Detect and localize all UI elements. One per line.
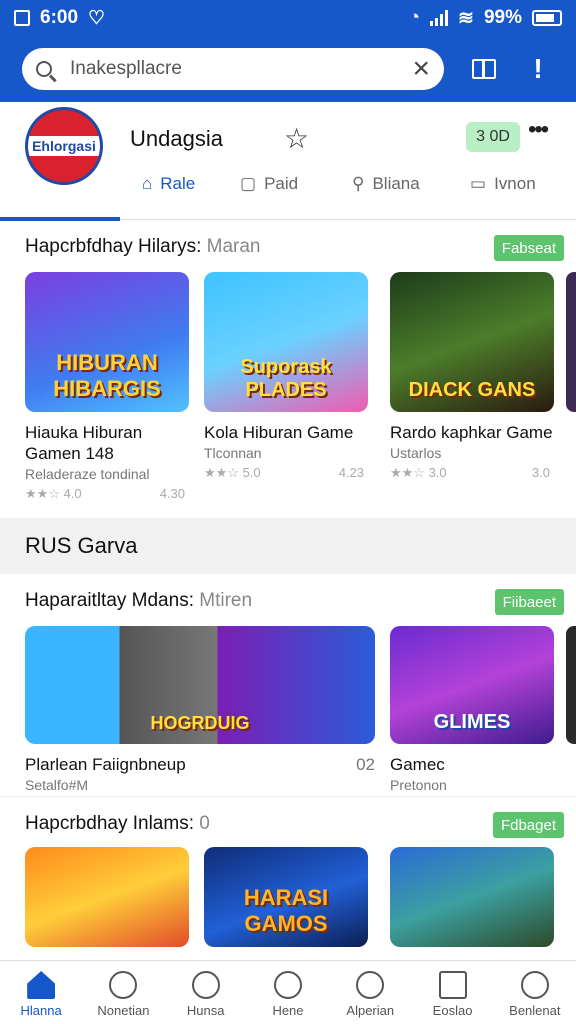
nav-games[interactable]: Hunsa <box>165 961 247 1024</box>
nav-home[interactable]: Hlanna <box>0 961 82 1024</box>
game-name: Plarlean Faiignbneup 02 <box>25 755 375 774</box>
tab-ivnon[interactable]: ▭ Ivnon <box>470 174 536 194</box>
comment-icon: ▢ <box>240 174 257 193</box>
band-title: RUS Garva <box>25 533 138 558</box>
game-name: Gamec <box>390 755 445 774</box>
section-popular: Haparaitltay Mdans: Mtiren Fiibaeet HOGR… <box>0 574 576 796</box>
section-title: Hapcrbdhay Inlams: 0 <box>25 813 210 834</box>
alert-button[interactable]: ! <box>524 53 552 84</box>
search-bar[interactable]: × <box>22 48 444 90</box>
favorite-star-icon[interactable]: ☆ <box>284 122 309 155</box>
book-icon <box>472 59 496 79</box>
scroll-peek <box>566 272 576 412</box>
section-title: Hapcrbfdhay Hilarys: Maran <box>25 236 261 257</box>
alarm-icon: ◔ <box>408 7 421 28</box>
user-icon <box>520 971 549 999</box>
scroll-peek <box>566 626 576 744</box>
tab-rale[interactable]: ⌂ Rale <box>142 174 195 194</box>
section-chip[interactable]: Fdbaget <box>492 812 564 838</box>
game-card[interactable]: HIBURAN HIBARGIS Hiauka Hiburan Gamen 14… <box>25 272 189 502</box>
section-chip[interactable]: Fabseat <box>493 235 564 261</box>
library-button[interactable] <box>470 55 498 83</box>
search-icon: ⚲ <box>352 174 365 193</box>
app-bar: × ! <box>0 36 576 102</box>
game-card-wide[interactable]: HOGRDUIG Plarlean Faiignbneup 02 Setalfo#… <box>25 626 375 793</box>
get-button[interactable]: 3 0D <box>466 122 520 152</box>
game-card[interactable] <box>25 847 189 947</box>
tab-bar: ⌂ Rale ▢ Paid ⚲ Bliana ▭ Ivnon <box>0 170 576 221</box>
nav-tasks[interactable]: Eoslao <box>411 961 493 1024</box>
bottom-navigation: Hlanna Nonetian Hunsa Hene Alperian Eosl… <box>0 960 576 1024</box>
game-name: Rardo kaphkar Game <box>390 423 553 442</box>
home-icon <box>27 971 56 999</box>
game-name: Kola Hiburan Game <box>204 423 354 442</box>
clipboard-icon <box>438 971 467 999</box>
notification-icon <box>14 10 30 26</box>
nav-explore[interactable]: Hene <box>247 961 329 1024</box>
game-meta: Pretonon <box>390 777 447 793</box>
game-card[interactable]: HARASI GAMOS <box>204 847 368 947</box>
game-meta: Tlconnan <box>204 445 262 461</box>
game-card[interactable]: DIACK GANS Rardo kaphkar Game Ustarlos ★… <box>390 272 554 481</box>
search-input[interactable] <box>70 58 413 80</box>
game-meta: Reladeraze tondinal <box>25 466 150 482</box>
clear-icon[interactable]: × <box>412 54 430 84</box>
game-thumbnail: Suporask PLADES <box>204 272 368 412</box>
search-icon <box>36 61 52 77</box>
game-rating: ★★☆ 3.0 3.0 <box>390 465 550 480</box>
game-name: Hiauka Hiburan Gamen 148 <box>25 423 143 463</box>
game-thumbnail <box>390 847 554 947</box>
game-thumbnail: HIBURAN HIBARGIS <box>25 272 189 412</box>
tab-paid[interactable]: ▢ Paid <box>240 174 298 194</box>
game-thumbnail <box>25 847 189 947</box>
person-icon <box>356 971 385 999</box>
app-header: Ehlorgasi Undagsia ☆ 3 0D ••• ⌂ Rale ▢ Pai… <box>0 102 576 221</box>
more-options-icon[interactable]: ••• <box>528 116 549 144</box>
tab-bliana[interactable]: ⚲ Bliana <box>352 174 420 194</box>
game-rating: ★★☆ 5.0 4.23 <box>204 465 364 480</box>
battery-percent: 99% <box>483 7 522 28</box>
controller-icon <box>191 971 220 999</box>
game-meta: Ustarlos <box>390 445 442 461</box>
game-thumbnail: GLIMES <box>390 626 554 744</box>
home-icon: ⌂ <box>142 174 153 193</box>
bell-icon <box>109 971 138 999</box>
game-card[interactable]: Suporask PLADES Kola Hiburan Game Tlconn… <box>204 272 368 481</box>
exclamation-icon: ! <box>533 53 543 84</box>
nav-account[interactable]: Alperian <box>329 961 411 1024</box>
signal-icon <box>430 10 449 26</box>
section-chip[interactable]: Fiibaeet <box>494 589 564 615</box>
section-title: Haparaitltay Mdans: Mtiren <box>25 590 253 611</box>
game-thumbnail: HOGRDUIG <box>25 626 375 744</box>
game-card[interactable] <box>390 847 554 947</box>
game-card[interactable]: GLIMES Gamec Pretonon <box>390 626 554 793</box>
status-time: 6:00 <box>40 7 79 28</box>
section-featured: Hapcrbfdhay Hilarys: Maran Fabseat HIBUR… <box>0 220 576 518</box>
game-meta: Setalfo#M <box>25 777 89 793</box>
game-thumbnail: HARASI GAMOS <box>204 847 368 947</box>
section-more: Hapcrbdhay Inlams: 0 Fdbaget HARASI GAMO… <box>0 796 576 960</box>
nav-notifications[interactable]: Nonetian <box>82 961 164 1024</box>
status-bar: 6:00 ♡ ◔ ≋ 99% <box>0 0 576 36</box>
battery-icon <box>532 10 562 26</box>
compass-icon <box>273 971 302 999</box>
wifi-icon: ≋ <box>458 7 474 29</box>
nav-profile[interactable]: Benlenat <box>494 961 576 1024</box>
shield-icon: ♡ <box>88 7 106 29</box>
game-thumbnail: DIACK GANS <box>390 272 554 412</box>
bookmark-icon: ▭ <box>470 174 487 193</box>
app-title: Undagsia <box>130 126 223 151</box>
game-rating: ★★☆ 4.0 4.30 <box>25 486 185 501</box>
